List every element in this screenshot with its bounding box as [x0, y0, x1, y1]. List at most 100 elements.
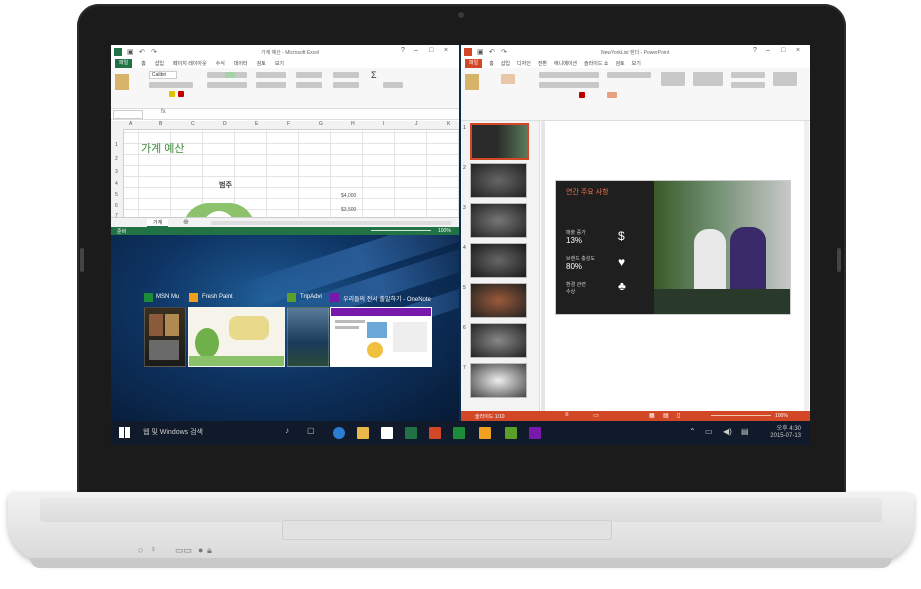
row-header[interactable]: 3	[115, 169, 118, 175]
tab-slide-show[interactable]: 슬라이드 쇼	[584, 60, 608, 67]
font-format-buttons[interactable]	[539, 82, 599, 88]
paste-icon[interactable]	[465, 74, 479, 90]
add-sheet-icon[interactable]: ⊕	[183, 218, 189, 226]
help-icon[interactable]: ?	[401, 47, 405, 54]
slide-thumbnail-6[interactable]	[470, 323, 527, 358]
network-icon[interactable]: ▭	[705, 427, 713, 436]
volume-icon[interactable]: ◀)	[723, 427, 732, 436]
zoom-slider[interactable]	[371, 230, 431, 231]
autosum-icon[interactable]: Σ	[371, 70, 377, 80]
tab-design[interactable]: 디자인	[517, 60, 531, 67]
slide-thumbnail-2[interactable]	[470, 163, 527, 198]
shape-fill-button[interactable]	[731, 72, 765, 78]
tab-file[interactable]: 파일	[115, 59, 133, 68]
fresh-paint-taskbar-icon[interactable]	[479, 427, 491, 439]
fresh-paint-thumbnail[interactable]	[188, 307, 285, 367]
new-slide-icon[interactable]	[501, 74, 515, 84]
tab-formulas[interactable]: 수식	[216, 60, 225, 67]
onenote-taskbar-icon[interactable]	[529, 427, 541, 439]
microphone-icon[interactable]: ♪	[285, 426, 289, 435]
font-select[interactable]	[539, 72, 599, 78]
redo-icon[interactable]: ↷	[501, 48, 507, 56]
tab-review[interactable]: 검토	[257, 60, 266, 67]
sorter-view-icon[interactable]: ▤	[663, 412, 669, 419]
slide-thumbnail-7[interactable]	[470, 363, 527, 398]
powerpoint-taskbar-icon[interactable]	[429, 427, 441, 439]
tab-home[interactable]: 홈	[141, 60, 146, 67]
tripadvisor-taskbar-icon[interactable]	[505, 427, 517, 439]
task-view-icon[interactable]: ▢	[307, 426, 315, 435]
column-header[interactable]: J	[415, 121, 418, 127]
tab-home[interactable]: 홈	[489, 60, 494, 67]
arrange-button[interactable]	[693, 72, 723, 86]
column-header[interactable]: C	[191, 121, 195, 127]
font-color-icon[interactable]	[178, 91, 184, 97]
shapes-gallery[interactable]	[661, 72, 685, 86]
msn-money-thumbnail[interactable]	[144, 307, 186, 367]
msn-money-taskbar-icon[interactable]	[453, 427, 465, 439]
column-header[interactable]: G	[319, 121, 323, 127]
clock-date[interactable]: 2015-07-13	[753, 433, 801, 439]
onenote-thumbnail[interactable]	[330, 307, 432, 367]
maximize-icon[interactable]: □	[429, 47, 433, 54]
main-slide-canvas[interactable]: 연간 주요 사항 매출 증가 13% $ 브랜드 충성도 80% ♥ 환경 관련…	[556, 181, 790, 314]
panel-scrollbar[interactable]	[541, 121, 545, 411]
tab-page-layout[interactable]: 페이지 레이아웃	[173, 60, 207, 67]
paste-icon[interactable]	[115, 74, 129, 90]
undo-icon[interactable]: ↶	[489, 48, 495, 56]
minimize-icon[interactable]: –	[414, 47, 418, 54]
tab-review[interactable]: 검토	[615, 60, 624, 67]
tab-transitions[interactable]: 전환	[538, 60, 547, 67]
tab-insert[interactable]: 삽입	[501, 60, 510, 67]
excel-taskbar-icon[interactable]	[405, 427, 417, 439]
notifications-icon[interactable]: ▤	[741, 427, 749, 436]
paragraph-buttons[interactable]	[607, 72, 651, 78]
shape-outline-button[interactable]	[731, 82, 765, 88]
currency-buttons[interactable]	[256, 82, 286, 88]
notes-icon[interactable]: ≡	[565, 412, 569, 418]
conditional-format-button[interactable]	[296, 72, 322, 78]
insert-cells-button[interactable]	[333, 72, 359, 78]
highlight-color-icon[interactable]	[169, 91, 175, 97]
slide-thumbnail-3[interactable]	[470, 203, 527, 238]
editing-buttons[interactable]	[773, 72, 797, 86]
slide-scrollbar[interactable]	[804, 121, 809, 411]
maximize-icon[interactable]: □	[781, 47, 785, 54]
tab-animations[interactable]: 애니메이션	[554, 60, 577, 67]
indent-buttons[interactable]	[207, 82, 247, 88]
comments-icon[interactable]: ▭	[593, 412, 599, 419]
redo-icon[interactable]: ↷	[151, 48, 157, 56]
tripadvisor-thumbnail[interactable]	[287, 307, 329, 367]
save-icon[interactable]: ▣	[477, 48, 484, 56]
slide-thumbnail-5[interactable]	[470, 283, 527, 318]
tab-file[interactable]: 파일	[465, 59, 483, 68]
show-hidden-icons-icon[interactable]: ⌃	[689, 427, 696, 436]
close-icon[interactable]: ×	[444, 47, 448, 54]
file-explorer-icon[interactable]	[357, 427, 369, 439]
normal-view-icon[interactable]: ▦	[649, 412, 655, 419]
column-header[interactable]: B	[159, 121, 162, 127]
sort-filter-button[interactable]	[383, 82, 403, 88]
tab-data[interactable]: 데이터	[234, 60, 248, 67]
format-table-button[interactable]	[296, 82, 322, 88]
formula-input[interactable]	[173, 110, 455, 117]
clock-time[interactable]: 오후 4:30	[761, 423, 801, 432]
column-header[interactable]: E	[255, 121, 258, 127]
column-header[interactable]: F	[287, 121, 290, 127]
slide-thumbnail-4[interactable]	[470, 243, 527, 278]
column-header[interactable]: K	[447, 121, 450, 127]
font-name-select[interactable]: Calibri	[149, 71, 178, 79]
column-header[interactable]: A	[129, 121, 132, 127]
minimize-icon[interactable]: –	[766, 47, 770, 54]
row-header[interactable]: 2	[115, 156, 118, 162]
font-format-buttons[interactable]	[149, 82, 193, 88]
delete-cells-button[interactable]	[333, 82, 359, 88]
save-icon[interactable]: ▣	[127, 48, 134, 56]
row-header[interactable]: 5	[115, 192, 118, 198]
start-button-icon[interactable]	[119, 427, 130, 438]
close-icon[interactable]: ×	[796, 47, 800, 54]
number-format-select[interactable]	[256, 72, 286, 78]
store-icon[interactable]	[381, 427, 393, 439]
highlight-align-icon[interactable]	[607, 92, 617, 98]
edge-browser-icon[interactable]	[333, 427, 345, 439]
